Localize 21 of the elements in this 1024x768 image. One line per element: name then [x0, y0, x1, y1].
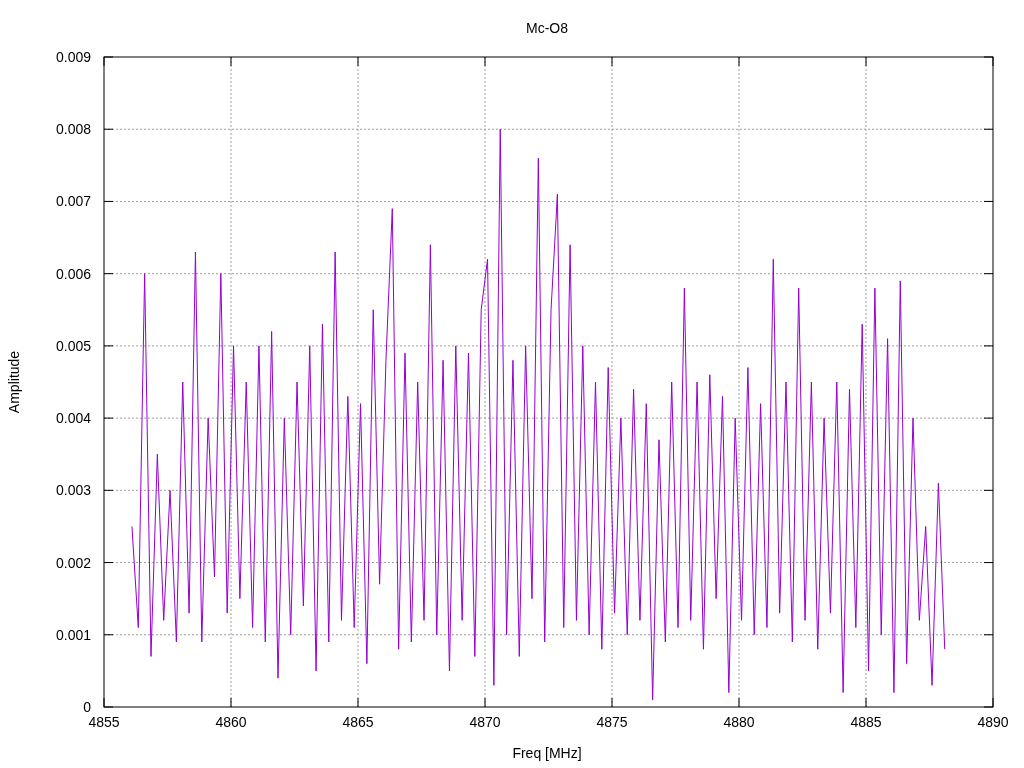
y-tick-label: 0: [83, 699, 91, 715]
x-tick-label: 4875: [596, 714, 628, 730]
chart-title: Mc-O8: [526, 20, 568, 36]
y-tick-label: 0.001: [55, 626, 91, 643]
x-tick-label: 4880: [723, 714, 755, 730]
y-tick-label: 0.005: [55, 337, 91, 354]
x-tick-label: 4855: [88, 714, 120, 730]
x-tick-label: 4865: [342, 714, 374, 730]
x-axis-label: Freq [MHz]: [512, 745, 582, 761]
y-tick-label: 0.006: [55, 265, 91, 282]
y-tick-label: 0.004: [55, 410, 91, 427]
y-tick-label: 0.008: [55, 121, 91, 138]
y-axis-label: Amplitude: [6, 350, 22, 414]
x-tick-label: 4870: [469, 714, 501, 730]
y-tick-label: 0.009: [55, 49, 91, 65]
y-tick-label: 0.007: [55, 193, 91, 210]
x-tick-label: 4890: [977, 714, 1009, 730]
y-tick-label: 0.002: [55, 554, 91, 571]
x-tick-label: 4860: [215, 714, 247, 730]
y-tick-label: 0.003: [55, 482, 91, 499]
x-tick-label: 4885: [850, 714, 882, 730]
